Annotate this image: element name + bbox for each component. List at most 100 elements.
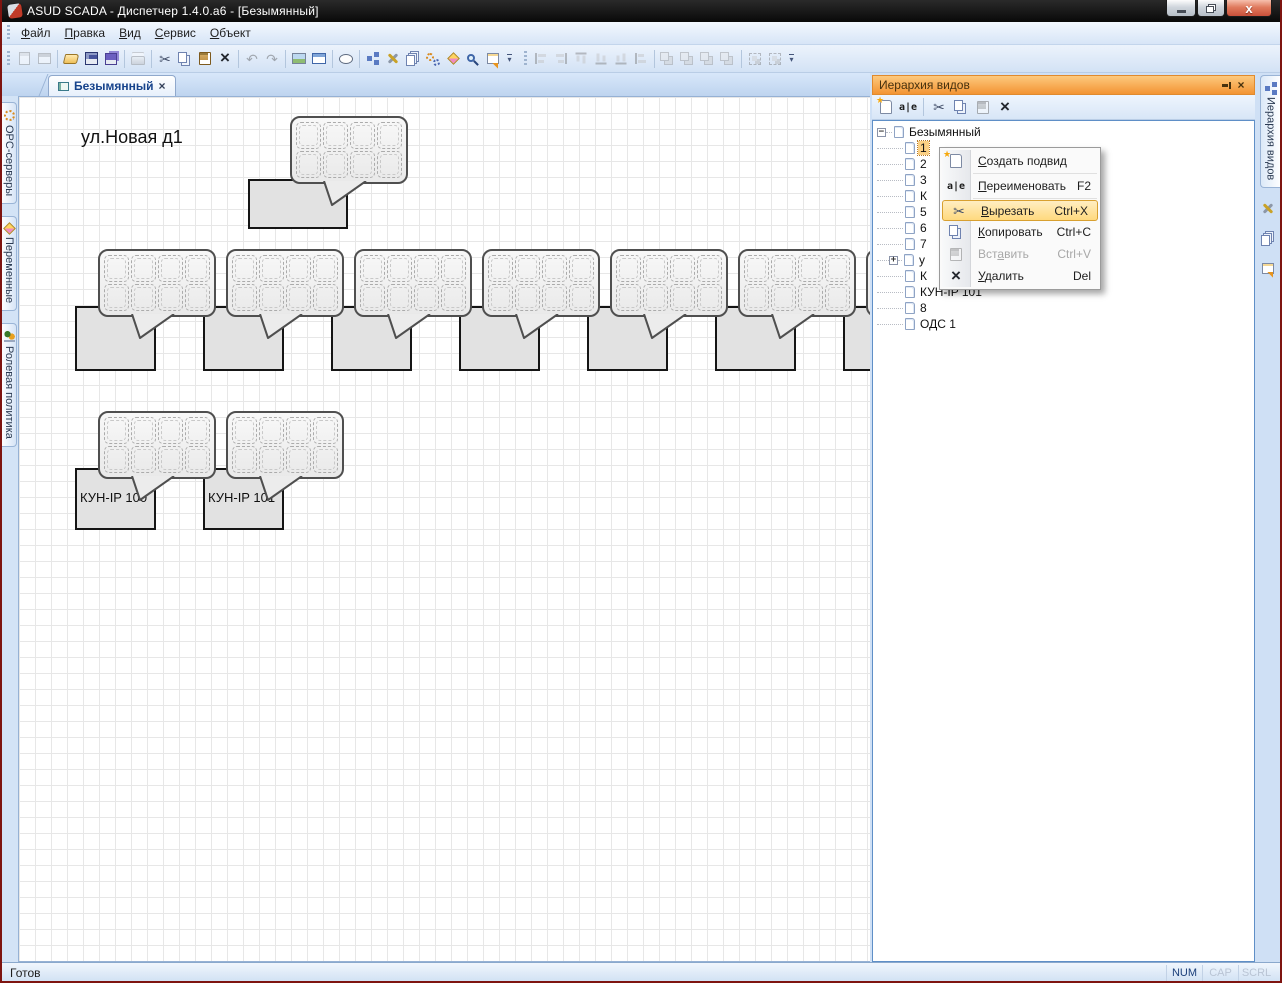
expand-icon[interactable]: + (889, 256, 898, 265)
panel-toolbar (872, 95, 1255, 120)
save-all-icon[interactable] (101, 49, 121, 69)
diagram-canvas[interactable]: ул.Новая д1 КУН-IP 100КУН-IP 101 (18, 96, 870, 962)
variables-icon[interactable] (443, 49, 463, 69)
callout-cell (515, 284, 540, 311)
paste-icon (943, 244, 969, 264)
view-page-icon (905, 222, 915, 234)
menu-edit[interactable]: Правка (58, 23, 113, 43)
save-icon[interactable] (81, 49, 101, 69)
callout-cell (185, 284, 210, 311)
callout-cell (825, 284, 850, 311)
title-bar: ASUD SCADA - Диспетчер 1.4.0.а6 - [Безым… (2, 0, 1280, 22)
diagram-block[interactable] (248, 179, 348, 229)
delete-icon[interactable] (215, 49, 235, 69)
menu-view[interactable]: Вид (112, 23, 148, 43)
panel-close-icon[interactable]: × (1234, 78, 1248, 92)
callout-cell (185, 255, 210, 282)
tree-item[interactable]: −Безымянный (873, 124, 1254, 140)
rename-icon[interactable] (898, 97, 918, 117)
diagram-callout[interactable] (610, 249, 728, 317)
export-image-icon[interactable] (289, 49, 309, 69)
context-menu-item[interactable]: ПереименоватьF2 (940, 175, 1100, 197)
callout-cell (441, 255, 466, 282)
context-menu-item[interactable]: ВырезатьCtrl+X (942, 200, 1098, 221)
callout-cell (697, 255, 722, 282)
menu-object[interactable]: Объект (203, 23, 258, 43)
callout-cell (296, 151, 321, 178)
properties-icon[interactable] (309, 49, 329, 69)
diagram-callout[interactable] (98, 249, 216, 317)
callout-cell (104, 417, 129, 444)
tree-item[interactable]: ОДС 1 (873, 316, 1254, 332)
form-edit-icon[interactable] (483, 49, 503, 69)
tab-close-icon[interactable]: × (159, 80, 166, 92)
menu-item-label: Вырезать (981, 204, 1034, 218)
callout-cell (131, 284, 156, 311)
callout-cell (185, 417, 210, 444)
view-page-icon (905, 190, 915, 202)
callout-cell (744, 284, 769, 311)
document-tab-strip: Безымянный × (2, 73, 870, 96)
copy-icon[interactable] (951, 97, 971, 117)
open-icon[interactable] (61, 49, 81, 69)
diagram-callout[interactable] (290, 116, 408, 184)
cut-icon[interactable] (155, 49, 175, 69)
diagram-callout[interactable] (98, 411, 216, 479)
tools-icon[interactable] (383, 49, 403, 69)
street-text-object[interactable]: ул.Новая д1 (81, 127, 183, 148)
dock-tab-hierarchy[interactable]: Иерархия видов (1260, 75, 1280, 188)
documents-icon[interactable] (1258, 228, 1278, 248)
context-menu-item[interactable]: Создать подвид (940, 150, 1100, 172)
collapse-icon[interactable]: − (877, 128, 886, 137)
new-subview-icon[interactable] (876, 97, 896, 117)
context-menu-item[interactable]: УдалитьDel (940, 265, 1100, 287)
form-edit-icon[interactable] (1258, 258, 1278, 278)
opc-servers-icon[interactable] (423, 49, 443, 69)
diagram-callout[interactable] (354, 249, 472, 317)
callout-cell (697, 284, 722, 311)
sidebar-tab-variables[interactable]: Переменные (2, 216, 17, 311)
diagram-callout[interactable] (738, 249, 856, 317)
preview-icon[interactable] (463, 49, 483, 69)
cut-icon[interactable] (929, 97, 949, 117)
restore-button[interactable] (1197, 0, 1225, 17)
scroll-lock-indicator: SCRL (1238, 965, 1274, 981)
callout-cell (771, 255, 796, 282)
sidebar-tab-role-policy[interactable]: Ролевая политика (2, 323, 17, 447)
undo-icon (242, 49, 262, 69)
diagram-callout[interactable] (482, 249, 600, 317)
align-middle-v-icon (631, 49, 651, 69)
menu-item-label: Создать подвид (978, 154, 1067, 168)
callout-cell (313, 446, 338, 473)
toolbar-overflow-icon[interactable] (503, 49, 516, 69)
tools-icon[interactable] (1258, 198, 1278, 218)
menu-service[interactable]: Сервис (148, 23, 203, 43)
minimize-button[interactable] (1166, 0, 1196, 17)
tab-untitled[interactable]: Безымянный × (48, 75, 176, 96)
documents-icon[interactable] (403, 49, 423, 69)
group-icon (745, 49, 765, 69)
context-menu-item[interactable]: КопироватьCtrl+C (940, 221, 1100, 243)
close-button[interactable]: x (1226, 0, 1272, 17)
menu-file[interactable]: Файл (14, 23, 58, 43)
diagram-callout[interactable] (866, 249, 870, 317)
diagram-callout[interactable] (226, 411, 344, 479)
callout-cell (387, 284, 412, 311)
callout-cell (259, 446, 284, 473)
delete-icon[interactable] (995, 97, 1015, 117)
pin-icon[interactable] (1220, 78, 1234, 92)
new-view-icon (14, 49, 34, 69)
callout-cell (515, 255, 540, 282)
paste-icon[interactable] (195, 49, 215, 69)
copy-icon[interactable] (175, 49, 195, 69)
callout-cell (232, 255, 257, 282)
toolbar-overflow-icon[interactable] (785, 49, 798, 69)
comment-icon[interactable] (336, 49, 356, 69)
sidebar-tab-opc-servers[interactable]: OPC-серверы (2, 102, 17, 204)
callout-cell (771, 284, 796, 311)
hierarchy-icon[interactable] (363, 49, 383, 69)
callout-cell (259, 284, 284, 311)
diagram-callout[interactable] (226, 249, 344, 317)
tree-item[interactable]: 8 (873, 300, 1254, 316)
callout-cell (104, 446, 129, 473)
